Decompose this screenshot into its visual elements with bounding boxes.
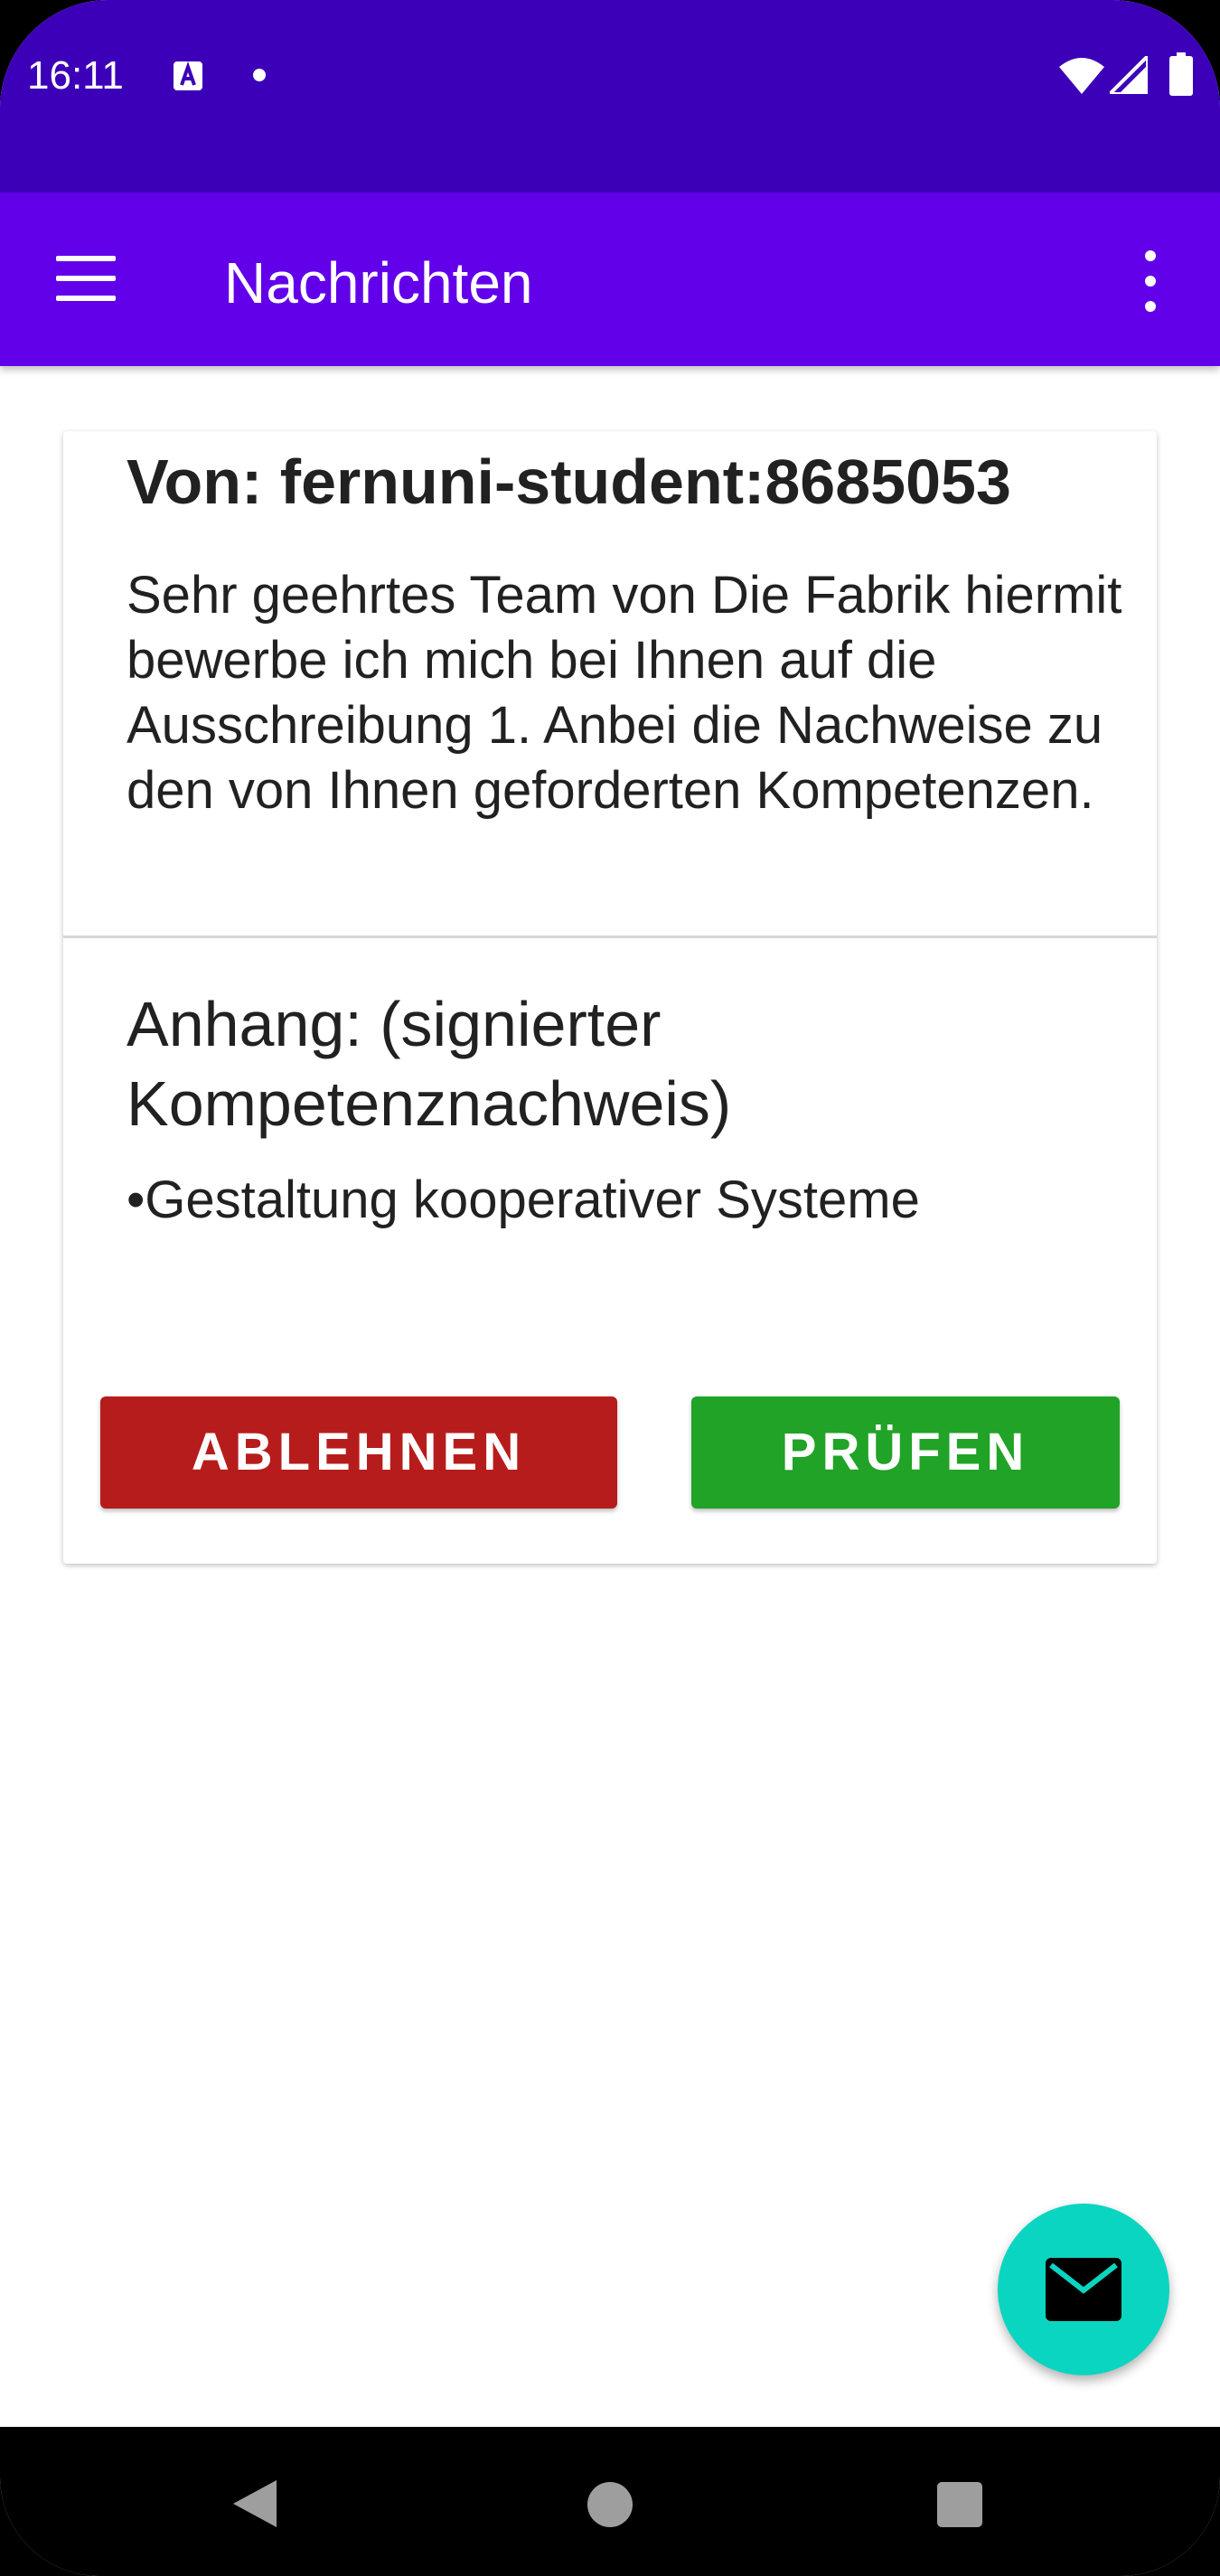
more-vert-icon[interactable] xyxy=(1134,250,1167,312)
text-a-icon xyxy=(174,61,202,90)
attachment-item: •Gestaltung kooperativer Systeme xyxy=(127,1170,920,1229)
attachment-title: Anhang: (signierter Kompetenznachweis) xyxy=(127,989,732,1139)
status-bar: 16:11 xyxy=(0,0,1220,193)
app-bar: Nachrichten xyxy=(0,193,1220,366)
recents-icon[interactable] xyxy=(937,2482,982,2527)
message-sender: Von: fernuni-student:8685053 xyxy=(127,447,1011,517)
signal-icon xyxy=(1110,56,1148,94)
home-icon[interactable] xyxy=(587,2482,633,2527)
battery-icon xyxy=(1169,52,1193,96)
notification-dot-icon xyxy=(253,69,266,81)
status-time: 16:11 xyxy=(27,53,124,98)
system-nav-bar xyxy=(0,2427,1220,2576)
reject-button[interactable]: ABLEHNEN xyxy=(100,1396,617,1509)
message-body: Sehr geehrtes Team von Die Fabrik hiermi… xyxy=(127,566,1122,820)
back-icon[interactable] xyxy=(230,2477,280,2531)
message-card: Von: fernuni-student:8685053 Sehr geehrt… xyxy=(63,431,1157,1564)
attachment-list: •Gestaltung kooperativer Systeme xyxy=(127,1169,920,1232)
phone-screen: 16:11 Nachrichten Von: fernuni-student:8… xyxy=(0,0,1220,2576)
card-divider xyxy=(63,935,1157,938)
wifi-icon xyxy=(1059,58,1104,94)
mail-icon xyxy=(1046,2258,1121,2321)
check-button[interactable]: PRÜFEN xyxy=(691,1396,1120,1509)
compose-fab-button[interactable] xyxy=(998,2204,1169,2375)
hamburger-menu-icon[interactable] xyxy=(56,256,116,301)
app-title: Nachrichten xyxy=(224,250,533,315)
